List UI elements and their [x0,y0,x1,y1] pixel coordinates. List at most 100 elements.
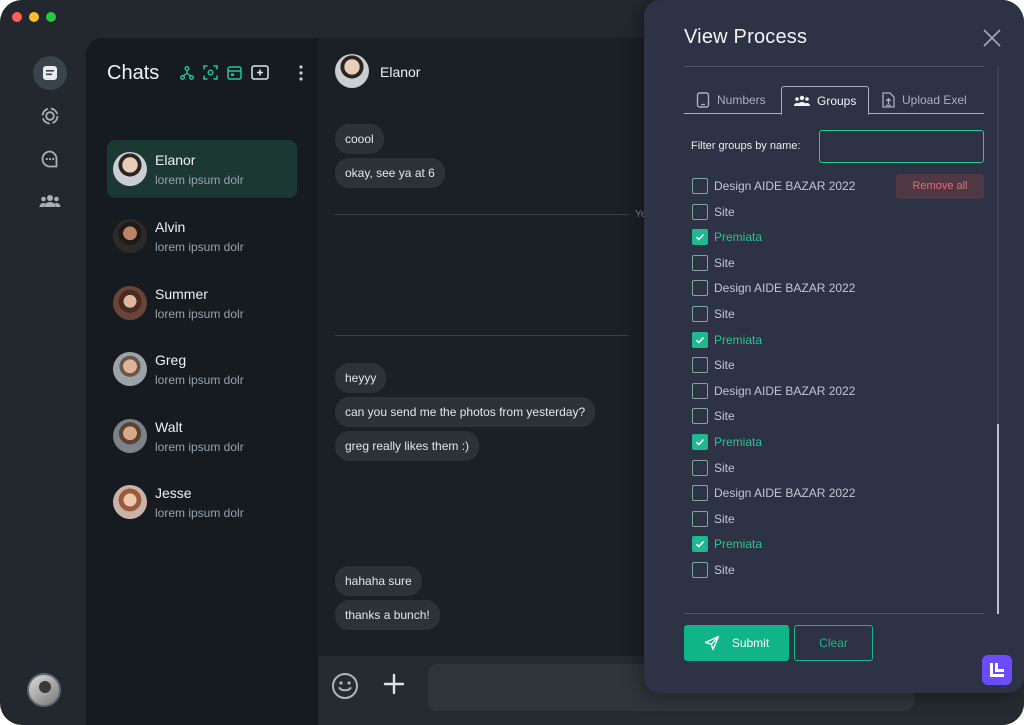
group-row[interactable]: Design AIDE BAZAR 2022 [692,382,855,400]
checkbox[interactable] [692,511,708,527]
phone-icon [696,92,710,108]
remove-all-button[interactable]: Remove all [896,174,984,199]
group-row[interactable]: Site [692,254,735,272]
checkbox[interactable] [692,485,708,501]
conversation-contact-name: Elanor [380,64,421,80]
group-row[interactable]: Site [692,561,735,579]
checkbox[interactable] [692,383,708,399]
contact-preview: lorem ipsum dolr [155,440,244,454]
chat-icon [43,66,57,80]
close-icon[interactable] [982,28,1002,48]
group-row[interactable]: Premiata [692,331,762,349]
filter-groups-input[interactable] [819,130,984,163]
group-row[interactable]: Site [692,459,735,477]
avatar [113,219,147,253]
attach-plus-icon[interactable] [382,672,408,698]
maximize-window-button[interactable] [46,12,56,22]
checkbox[interactable] [692,306,708,322]
date-divider [335,335,629,336]
avatar [113,419,147,453]
scan-icon[interactable] [203,65,218,80]
modal-scrollbar[interactable] [997,424,999,614]
clear-button[interactable]: Clear [794,625,873,661]
group-label: Premiata [714,333,763,347]
new-chat-icon[interactable] [251,65,269,80]
check-icon [695,336,705,344]
calendar-icon[interactable] [227,65,242,80]
checkbox-checked[interactable] [692,536,708,552]
group-row[interactable]: Site [692,510,735,528]
group-label: Site [714,307,735,321]
conversation-avatar[interactable] [335,54,369,88]
chats-menu-icon[interactable] [298,64,306,82]
group-row[interactable]: Site [692,407,735,425]
send-icon [704,635,720,651]
group-label: Design AIDE BAZAR 2022 [714,486,856,500]
close-window-button[interactable] [12,12,22,22]
group-label: Site [714,461,735,475]
checkbox[interactable] [692,408,708,424]
checkbox-checked[interactable] [692,434,708,450]
group-row[interactable]: Site [692,203,735,221]
contact-name: Summer [155,286,208,302]
minimize-window-button[interactable] [29,12,39,22]
checkbox[interactable] [692,562,708,578]
rail-status-button[interactable] [33,99,67,133]
tab-numbers[interactable]: Numbers [696,86,766,114]
contact-item-jesse[interactable]: Jesse lorem ipsum dolr [107,473,297,531]
group-label: Site [714,409,735,423]
group-row[interactable]: Site [692,305,735,323]
contact-preview: lorem ipsum dolr [155,240,244,254]
rail-chats-button[interactable] [33,56,67,90]
contact-item-alvin[interactable]: Alvin lorem ipsum dolr [107,207,297,265]
group-label: Premiata [714,537,763,551]
checkbox[interactable] [692,178,708,194]
group-row[interactable]: Premiata [692,535,762,553]
contact-name: Elanor [155,152,196,168]
contact-item-summer[interactable]: Summer lorem ipsum dolr [107,274,297,332]
group-row[interactable]: Design AIDE BAZAR 2022 [692,279,855,297]
checkbox[interactable] [692,460,708,476]
status-icon [41,107,59,125]
tab-upload-exel[interactable]: Upload Exel [882,86,967,114]
group-row[interactable]: Design AIDE BAZAR 2022 [692,484,855,502]
contact-name: Walt [155,419,183,435]
group-label: Design AIDE BAZAR 2022 [714,384,856,398]
nav-rail [0,36,86,725]
group-row[interactable]: Premiata [692,228,762,246]
checkbox[interactable] [692,204,708,220]
message-bubble: okay, see ya at 6 [335,158,445,188]
emoji-icon[interactable] [331,672,359,700]
upload-file-icon [882,92,895,108]
group-row[interactable]: Premiata [692,433,762,451]
submit-button[interactable]: Submit [684,625,789,661]
checkbox[interactable] [692,357,708,373]
profile-avatar[interactable] [27,673,61,707]
group-label: Premiata [714,435,763,449]
group-row[interactable]: Site [692,356,735,374]
contact-name: Alvin [155,219,186,235]
group-row[interactable]: Design AIDE BAZAR 2022 [692,177,855,195]
checkbox[interactable] [692,255,708,271]
contact-preview: lorem ipsum dolr [155,373,244,387]
message-bubble: can you send me the photos from yesterda… [335,397,596,427]
tab-groups[interactable]: Groups [781,86,870,115]
checkbox[interactable] [692,280,708,296]
message-bubble: thanks a bunch! [335,600,440,630]
message-dots-icon [41,150,58,168]
avatar [113,352,147,386]
contact-name: Greg [155,352,187,368]
checkbox-checked[interactable] [692,332,708,348]
contact-item-greg[interactable]: Greg lorem ipsum dolr [107,340,297,398]
submit-label: Submit [731,636,770,650]
filter-groups-label: Filter groups by name: [691,140,801,152]
group-label: Design AIDE BAZAR 2022 [714,281,856,295]
contact-item-walt[interactable]: Walt lorem ipsum dolr [107,407,297,465]
group-label: Premiata [714,230,763,244]
checkbox-checked[interactable] [692,229,708,245]
rail-community-button[interactable] [33,184,67,218]
check-icon [695,540,705,548]
rail-messages-button[interactable] [33,142,67,176]
hierarchy-icon[interactable] [179,65,194,80]
contact-item-elanor[interactable]: Elanor lorem ipsum dolr [107,140,297,198]
